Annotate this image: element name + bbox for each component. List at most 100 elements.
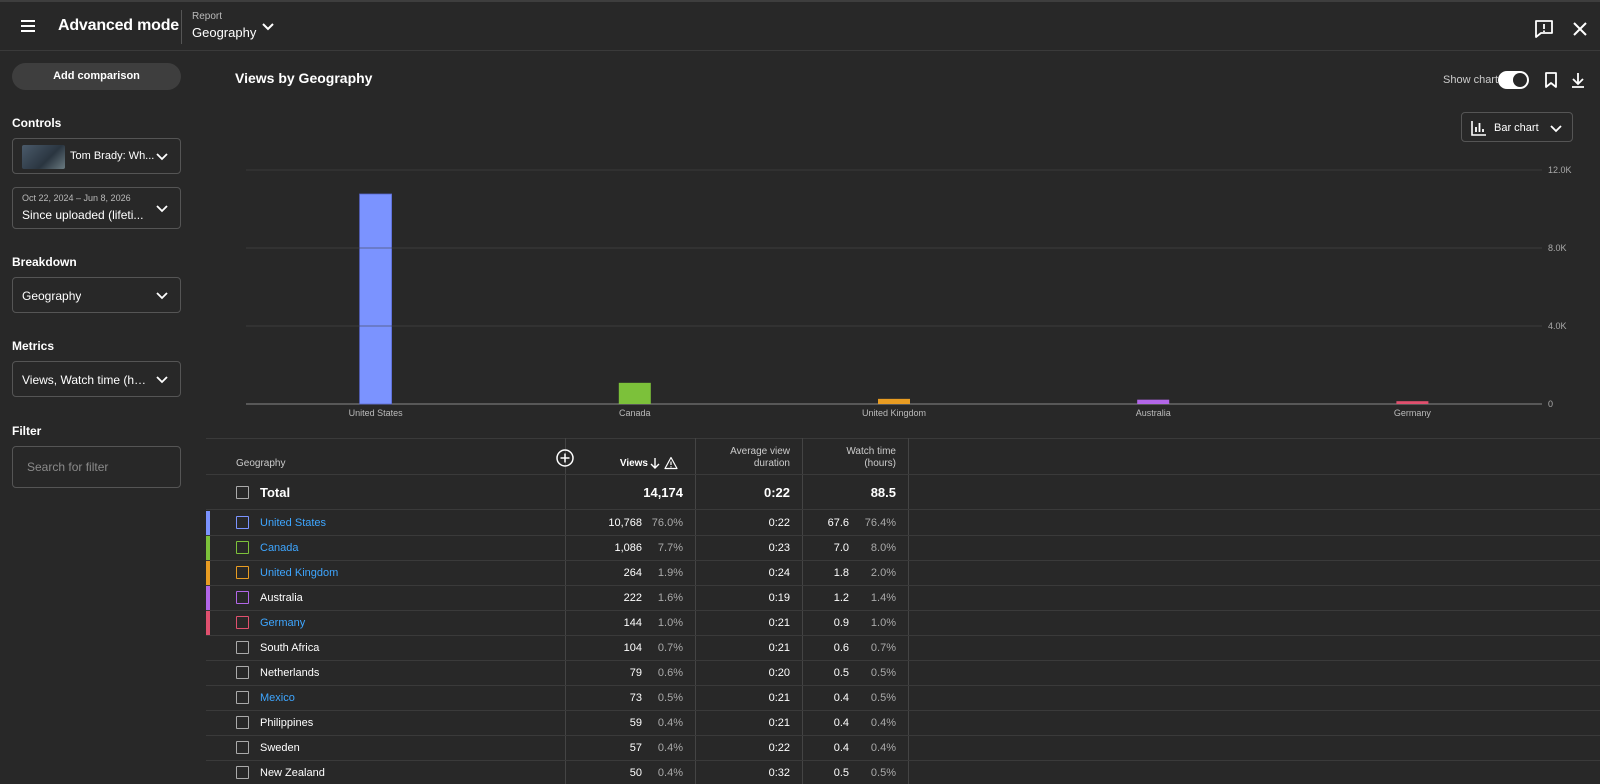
bar-canada xyxy=(618,382,651,404)
row-geography-name[interactable]: Canada xyxy=(260,542,299,554)
x-tick-label: Canada xyxy=(619,408,651,418)
row-geography-name[interactable]: United Kingdom xyxy=(260,567,338,579)
row-geography-name: Australia xyxy=(260,592,303,604)
row-views: 73 xyxy=(629,692,642,704)
row-watch-time-percent: 8.0% xyxy=(870,542,896,554)
row-checkbox[interactable] xyxy=(236,516,249,529)
warning-icon[interactable] xyxy=(664,456,678,470)
table-row: Australia 222 1.6% 0:19 1.2 1.4% xyxy=(206,586,1600,611)
bar-united-states xyxy=(359,193,393,405)
row-geography-name: Netherlands xyxy=(260,667,320,679)
row-geography-name: Sweden xyxy=(260,742,300,754)
row-watch-time: 0.4 xyxy=(833,692,849,704)
row-avg-duration: 0:22 xyxy=(768,517,790,529)
row-checkbox[interactable] xyxy=(236,616,249,629)
row-views: 10,768 xyxy=(608,517,642,529)
x-tick-label: Australia xyxy=(1136,408,1171,418)
row-geography-name[interactable]: Germany xyxy=(260,617,305,629)
header-line: Watch time xyxy=(846,446,896,457)
row-checkbox[interactable] xyxy=(236,541,249,554)
row-checkbox[interactable] xyxy=(236,716,249,729)
row-views: 104 xyxy=(623,642,642,654)
y-tick-label: 8.0K xyxy=(1548,243,1567,253)
row-views: 50 xyxy=(629,767,642,779)
row-checkbox[interactable] xyxy=(236,566,249,579)
column-header-views[interactable]: Views xyxy=(586,458,648,470)
table-row: South Africa 104 0.7% 0:21 0.6 0.7% xyxy=(206,636,1600,661)
row-views: 57 xyxy=(629,742,642,754)
row-geography-name[interactable]: United States xyxy=(260,517,326,529)
table-row: Netherlands 79 0.6% 0:20 0.5 0.5% xyxy=(206,661,1600,686)
table-top-divider xyxy=(206,438,1600,439)
row-avg-duration: 0:21 xyxy=(768,617,790,629)
row-watch-time: 0.9 xyxy=(833,617,849,629)
row-avg-duration: 0:32 xyxy=(768,767,790,779)
header-line: duration xyxy=(753,458,790,469)
row-views-percent: 0.4% xyxy=(657,767,683,779)
row-views-percent: 1.0% xyxy=(657,617,683,629)
total-row: Total 14,174 0:22 88.5 xyxy=(206,474,1600,510)
y-tick-label: 0 xyxy=(1548,399,1553,409)
row-watch-time-percent: 0.5% xyxy=(870,667,896,679)
total-watch-time: 88.5 xyxy=(870,485,896,500)
row-avg-duration: 0:24 xyxy=(768,567,790,579)
table-row: United States 10,768 76.0% 0:22 67.6 76.4% xyxy=(206,511,1600,536)
row-watch-time: 0.5 xyxy=(833,767,849,779)
row-checkbox[interactable] xyxy=(236,741,249,754)
sort-descending-icon[interactable] xyxy=(649,456,661,470)
row-views: 1,086 xyxy=(614,542,642,554)
add-column-icon[interactable] xyxy=(555,448,575,468)
row-avg-duration: 0:19 xyxy=(768,592,790,604)
series-color-bar xyxy=(206,536,210,560)
row-watch-time: 67.6 xyxy=(827,517,849,529)
total-label: Total xyxy=(260,485,291,500)
bar-germany xyxy=(1396,401,1429,404)
row-watch-time-percent: 0.5% xyxy=(870,692,896,704)
row-watch-time: 7.0 xyxy=(833,542,849,554)
row-watch-time: 0.6 xyxy=(833,642,849,654)
row-checkbox[interactable] xyxy=(236,766,249,779)
row-watch-time-percent: 76.4% xyxy=(864,517,896,529)
row-views: 222 xyxy=(623,592,642,604)
row-views: 264 xyxy=(623,567,642,579)
row-geography-name[interactable]: Mexico xyxy=(260,692,295,704)
series-color-bar xyxy=(206,561,210,585)
row-views: 144 xyxy=(623,617,642,629)
row-checkbox[interactable] xyxy=(236,641,249,654)
row-checkbox[interactable] xyxy=(236,591,249,604)
geography-table: Geography Views Average view duration Wat… xyxy=(206,438,1600,784)
column-header-avg-duration[interactable]: Average view duration xyxy=(696,446,790,470)
row-watch-time: 1.2 xyxy=(833,592,849,604)
x-tick-label: Germany xyxy=(1394,408,1432,418)
row-watch-time: 0.4 xyxy=(833,717,849,729)
column-header-watch-time[interactable]: Watch time (hours) xyxy=(803,446,896,470)
row-watch-time: 0.5 xyxy=(833,667,849,679)
table-row: New Zealand 50 0.4% 0:32 0.5 0.5% xyxy=(206,761,1600,784)
row-checkbox[interactable] xyxy=(236,691,249,704)
bar-australia xyxy=(1137,399,1170,404)
row-avg-duration: 0:21 xyxy=(768,642,790,654)
row-watch-time-percent: 1.4% xyxy=(870,592,896,604)
filter-search-input[interactable] xyxy=(12,446,181,488)
table-row: Mexico 73 0.5% 0:21 0.4 0.5% xyxy=(206,686,1600,711)
table-row: Canada 1,086 7.7% 0:23 7.0 8.0% xyxy=(206,536,1600,561)
row-geography-name: South Africa xyxy=(260,642,320,654)
row-views-percent: 7.7% xyxy=(657,542,683,554)
total-checkbox[interactable] xyxy=(236,486,249,499)
row-geography-name: New Zealand xyxy=(260,767,325,779)
row-views-percent: 0.4% xyxy=(657,717,683,729)
row-checkbox[interactable] xyxy=(236,666,249,679)
row-watch-time-percent: 0.5% xyxy=(870,767,896,779)
bar-united-kingdom xyxy=(878,398,910,404)
column-header-geography[interactable]: Geography xyxy=(236,458,285,470)
total-avg-duration: 0:22 xyxy=(763,485,790,500)
row-views-percent: 0.7% xyxy=(657,642,683,654)
x-tick-label: United Kingdom xyxy=(862,408,926,418)
header-line: (hours) xyxy=(864,458,896,469)
series-color-bar xyxy=(206,611,210,635)
row-views: 59 xyxy=(629,717,642,729)
row-views-percent: 1.6% xyxy=(657,592,683,604)
row-watch-time-percent: 1.0% xyxy=(870,617,896,629)
row-views-percent: 0.6% xyxy=(657,667,683,679)
series-color-bar xyxy=(206,586,210,610)
